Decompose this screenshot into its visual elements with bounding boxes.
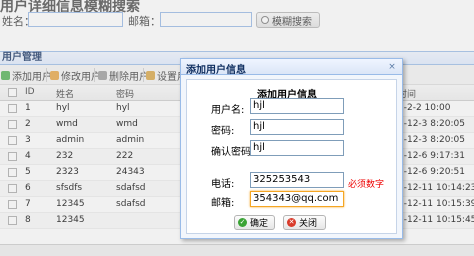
username-input[interactable]: hjl: [250, 98, 344, 114]
phone-input[interactable]: 325253543: [250, 172, 344, 188]
close-button[interactable]: ✕ 关闭: [283, 215, 326, 230]
username-label: 用户名:: [211, 105, 245, 116]
ok-button-label: 确定: [250, 219, 269, 229]
close-button-label: 关闭: [299, 219, 318, 229]
add-user-dialog: 添加用户信息 × 添加用户信息 用户名: hjl 密码: hjl 确认密码: h…: [180, 58, 403, 239]
dialog-header[interactable]: 添加用户信息 ×: [181, 59, 402, 76]
email-input[interactable]: 354343@qq.com: [250, 191, 344, 207]
email-label: 邮箱:: [211, 198, 235, 209]
check-icon: ✓: [238, 218, 247, 227]
dialog-title: 添加用户信息: [186, 65, 246, 76]
dialog-body: 添加用户信息 用户名: hjl 密码: hjl 确认密码: hjl 电话: 32…: [186, 79, 397, 234]
cancel-icon: ✕: [287, 218, 296, 227]
confirm-password-label: 确认密码:: [211, 147, 255, 158]
password-label: 密码:: [211, 126, 235, 137]
phone-label: 电话:: [211, 179, 235, 190]
confirm-password-input[interactable]: hjl: [250, 140, 344, 156]
ok-button[interactable]: ✓ 确定: [234, 215, 275, 230]
required-note: 必须数字: [348, 180, 385, 190]
password-input[interactable]: hjl: [250, 119, 344, 135]
close-icon[interactable]: ×: [387, 62, 397, 72]
